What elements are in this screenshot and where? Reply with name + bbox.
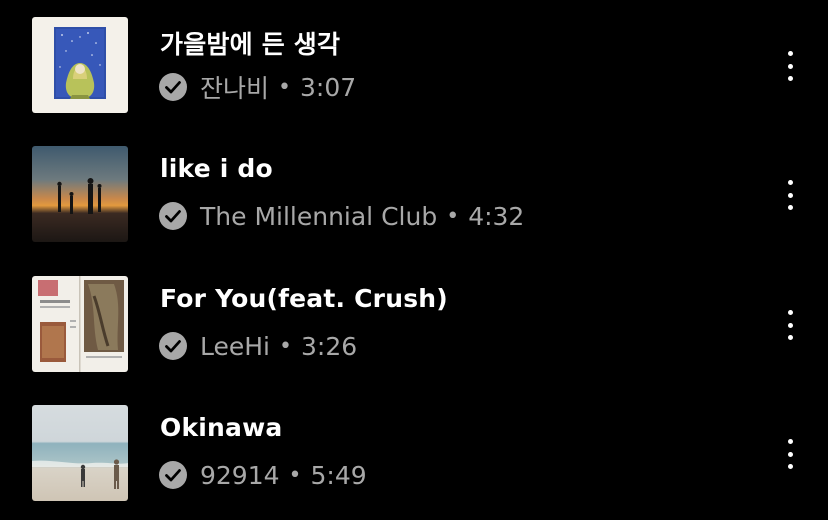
song-title[interactable]: Okinawa: [160, 413, 282, 442]
more-vert-icon[interactable]: [784, 439, 796, 469]
album-art-thumbnail[interactable]: [32, 405, 128, 501]
song-duration: 4:32: [468, 201, 525, 231]
song-row[interactable]: 가을밤에 든 생각 잔나비 • 3:07: [0, 17, 828, 113]
song-title[interactable]: like i do: [160, 154, 273, 183]
separator-dot: •: [288, 462, 302, 488]
verified-check-icon: [158, 460, 188, 490]
verified-check-icon: [158, 331, 188, 361]
more-vert-icon[interactable]: [784, 180, 796, 210]
artist-name[interactable]: LeeHi: [200, 332, 270, 361]
more-vert-icon[interactable]: [784, 51, 796, 81]
song-row[interactable]: For You(feat. Crush) LeeHi • 3:26: [0, 276, 828, 372]
song-subtitle: 잔나비 • 3:07: [158, 71, 356, 103]
song-subtitle: LeeHi • 3:26: [158, 330, 357, 362]
album-art-thumbnail[interactable]: [32, 17, 128, 113]
song-title[interactable]: For You(feat. Crush): [160, 284, 448, 313]
verified-check-icon: [158, 201, 188, 231]
artist-name[interactable]: The Millennial Club: [200, 202, 437, 231]
artist-name[interactable]: 92914: [200, 461, 280, 490]
album-art-sunset-silhouettes: [32, 146, 128, 242]
verified-check-icon: [158, 72, 188, 102]
album-art-beach: [32, 405, 128, 501]
album-art-thumbnail[interactable]: [32, 146, 128, 242]
album-art-magazine-collage: [32, 276, 128, 372]
more-vert-icon[interactable]: [784, 310, 796, 340]
artist-name[interactable]: 잔나비: [200, 69, 269, 105]
album-art-thumbnail[interactable]: [32, 276, 128, 372]
album-art-blue-night-painting: [32, 17, 128, 113]
song-duration: 5:49: [310, 460, 367, 490]
song-duration: 3:07: [300, 72, 357, 102]
separator-dot: •: [279, 333, 292, 359]
separator-dot: •: [446, 203, 460, 229]
song-duration: 3:26: [300, 331, 358, 361]
song-row[interactable]: like i do The Millennial Club • 4:32: [0, 146, 828, 242]
song-list: 가을밤에 든 생각 잔나비 • 3:07 like i do The Mille…: [0, 0, 828, 520]
song-subtitle: The Millennial Club • 4:32: [158, 200, 524, 232]
song-title[interactable]: 가을밤에 든 생각: [160, 25, 340, 61]
separator-dot: •: [278, 74, 291, 100]
song-subtitle: 92914 • 5:49: [158, 459, 367, 491]
song-row[interactable]: Okinawa 92914 • 5:49: [0, 405, 828, 501]
